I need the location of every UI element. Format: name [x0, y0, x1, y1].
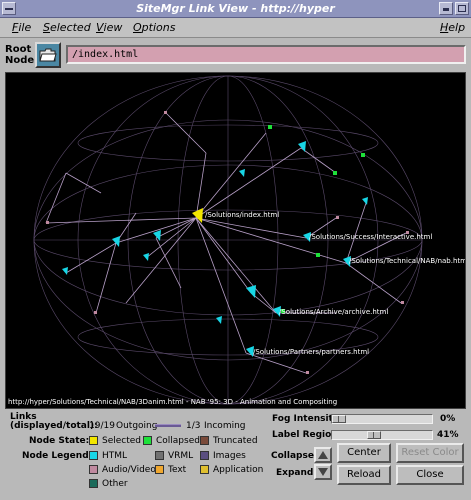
collapsed-node-4[interactable]	[268, 125, 272, 129]
legend-application-swatch	[200, 465, 209, 474]
browse-root-button[interactable]	[35, 42, 61, 68]
triangle-up-icon	[318, 451, 328, 459]
reload-button[interactable]: Reload	[337, 465, 391, 485]
state-selected-swatch	[89, 436, 98, 445]
node-html-1[interactable]	[246, 285, 256, 298]
minimize-icon	[443, 8, 449, 11]
menu-view[interactable]: View	[96, 21, 122, 34]
link-direction-line	[155, 424, 181, 427]
label-region-thumb[interactable]	[367, 431, 381, 439]
fog-intensity-slider[interactable]	[331, 414, 433, 424]
legend-other-swatch	[89, 479, 98, 488]
node-html-5[interactable]	[143, 253, 149, 261]
title-bar: SiteMgr Link View - http://hyper	[0, 0, 471, 18]
menu-options[interactable]: Options	[133, 21, 175, 34]
av-node-1[interactable]	[336, 216, 339, 219]
outgoing-count: 19/19	[89, 421, 115, 431]
label-archive: /Solutions/Archive/archive.html	[279, 308, 388, 316]
triangle-down-icon	[318, 468, 328, 476]
av-node-2[interactable]	[401, 301, 404, 304]
fog-intensity-thumb[interactable]	[332, 415, 346, 423]
root-node-label-line1: Root	[5, 44, 32, 55]
incoming-count: 1/3	[186, 421, 201, 431]
fog-intensity-value: 0%	[440, 414, 456, 424]
reset-color-button[interactable]: Reset Color	[396, 443, 464, 463]
graph-nodes	[46, 111, 409, 374]
legend-vrml-label: VRML	[168, 451, 194, 461]
outgoing-label: Outgoing	[116, 421, 158, 431]
links-label-line2: (displayed/total):	[10, 421, 98, 431]
graph-status-url: http://hyper/Solutions/Technical/NAB/3Da…	[8, 398, 338, 406]
root-node-label-line2: Node:	[5, 55, 39, 66]
state-truncated-label: Truncated	[213, 436, 258, 446]
legend-text-swatch	[155, 465, 164, 474]
av-node-3[interactable]	[94, 311, 97, 314]
label-nab: /Solutions/Technical/NAB/nab.html	[349, 257, 465, 265]
state-selected-label: Selected	[102, 436, 142, 446]
root-node-row: Root Node: /index.html	[0, 38, 471, 70]
incoming-label: Incoming	[204, 421, 246, 431]
label-index: /Solutions/index.html	[205, 211, 279, 219]
state-truncated-swatch	[200, 436, 209, 445]
node-html-7[interactable]	[362, 197, 368, 205]
bottom-panel: Links (displayed/total): 19/19 Outgoing …	[0, 409, 471, 500]
legend-images-label: Images	[213, 451, 246, 461]
collapsed-node-1[interactable]	[333, 171, 337, 175]
expand-button[interactable]	[314, 464, 332, 480]
maximize-button[interactable]	[455, 2, 469, 15]
state-collapsed-label: Collapsed	[156, 436, 200, 446]
center-button[interactable]: Center	[337, 443, 391, 463]
node-state-label: Node State:	[29, 436, 90, 446]
legend-audio-video-label: Audio/Video	[102, 465, 156, 475]
expand-label: Expand:	[276, 468, 317, 478]
collapse-button[interactable]	[314, 447, 332, 463]
menu-help[interactable]: Help	[440, 21, 465, 34]
node-html-8[interactable]	[239, 169, 245, 177]
maximize-icon	[458, 5, 466, 12]
folder-icon	[39, 48, 57, 62]
minimize-button[interactable]	[439, 2, 453, 15]
window-title: SiteMgr Link View - http://hyper	[136, 2, 335, 15]
av-node-6[interactable]	[306, 371, 309, 374]
hyperbolic-sphere-graph[interactable]: /Solutions/index.html /Solutions/Success…	[6, 73, 465, 408]
link-graph-view[interactable]: /Solutions/index.html /Solutions/Success…	[5, 72, 466, 409]
legend-application-label: Application	[213, 465, 264, 475]
state-collapsed-swatch	[143, 436, 152, 445]
label-partners: /Solutions/Partners/partners.html	[253, 348, 369, 356]
collapsed-node-2[interactable]	[316, 253, 320, 257]
legend-images-swatch	[200, 451, 209, 460]
collapsed-node-5[interactable]	[361, 153, 365, 157]
label-region-value: 41%	[437, 430, 459, 440]
legend-html-label: HTML	[102, 451, 128, 461]
collapse-label: Collapse:	[271, 451, 318, 461]
legend-html-swatch	[89, 451, 98, 460]
close-button[interactable]: Close	[396, 465, 464, 485]
av-node-4[interactable]	[46, 221, 49, 224]
legend-text-label: Text	[168, 465, 187, 475]
legend-vrml-swatch	[155, 451, 164, 460]
root-node-label: Root Node:	[5, 44, 38, 66]
node-html-3[interactable]	[112, 236, 120, 247]
label-success: /Solutions/Success/Interactive.html	[309, 233, 432, 241]
node-html-9[interactable]	[216, 316, 222, 324]
node-html-4[interactable]	[298, 141, 306, 152]
legend-audio-video-swatch	[89, 465, 98, 474]
av-node-5[interactable]	[164, 111, 167, 114]
node-html-6[interactable]	[62, 267, 68, 275]
link-lines	[45, 112, 407, 374]
label-region-slider[interactable]	[331, 430, 433, 440]
menu-bar: File Selected View Options Help	[0, 18, 471, 38]
menu-file[interactable]: File	[12, 21, 31, 34]
node-legend-label: Node Legend:	[22, 451, 93, 461]
root-node-field[interactable]: /index.html	[66, 45, 466, 64]
menu-selected[interactable]: Selected	[43, 21, 91, 34]
legend-other-label: Other	[102, 479, 128, 489]
